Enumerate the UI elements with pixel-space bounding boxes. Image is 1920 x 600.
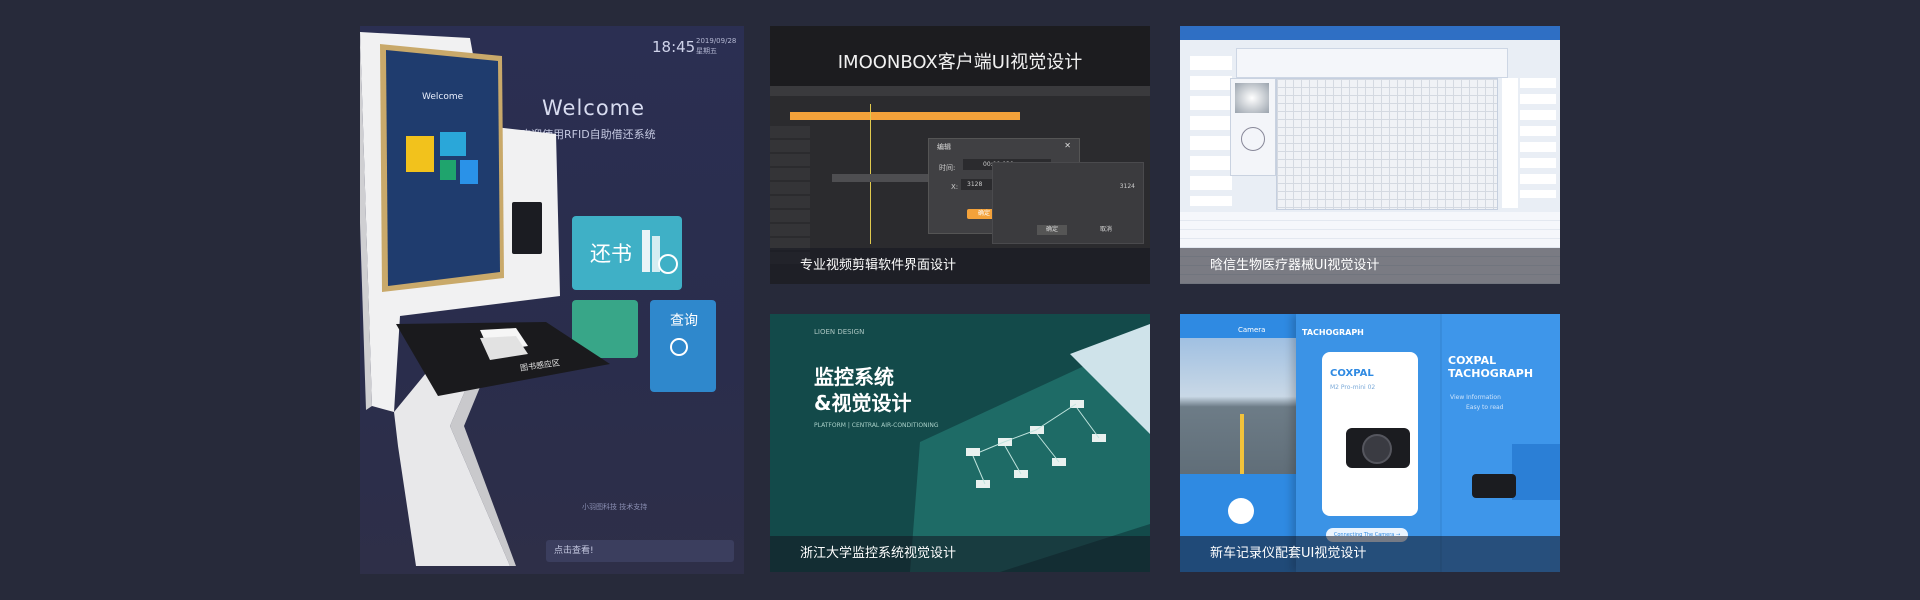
track-list	[770, 126, 810, 266]
screen-tile-small	[440, 160, 456, 180]
timeline-bar	[790, 112, 1020, 120]
screen-tile-borrow	[406, 136, 434, 172]
screen-tile-query	[460, 160, 478, 184]
card-reader	[512, 202, 542, 254]
model-label: M2 Pro-mini 02	[1330, 384, 1376, 391]
tachograph-caption: 新车记录仪配套UI视觉设计	[1180, 536, 1560, 572]
camera-shutter-icon[interactable]	[1228, 498, 1254, 524]
imoonbox-title: IMOONBOX客户端UI视觉设计	[837, 52, 1083, 73]
monitor-caption: 浙江大学监控系统视觉设计	[770, 536, 1150, 572]
right-list	[1520, 78, 1556, 198]
kiosk-showcase-card[interactable]: 18:45 2019/09/28 星期五 Welcome 欢迎使用RFID自助借…	[360, 26, 744, 574]
preview-image	[1235, 83, 1269, 113]
preview-panel	[1230, 78, 1276, 176]
dialog-title: 编辑	[937, 143, 951, 151]
monitoring-system-card[interactable]: LIOEN DESIGN 监控系统 &视觉设计 PLATFORM | CENTR…	[770, 314, 1150, 572]
track-waves	[832, 174, 942, 182]
monitor-dashboard-illustration	[910, 324, 1150, 572]
imoonbox-card[interactable]: IMOONBOX客户端UI视觉设计 编辑 ✕ 时间: 00:00.030 X: …	[770, 26, 1150, 284]
x-label: X:	[951, 183, 959, 191]
info-brand: COXPAL TACHOGRAPH	[1448, 354, 1534, 380]
coxpal-label: COXPAL	[1330, 368, 1374, 379]
tachograph-card[interactable]: Camera TACHOGRAPH COXPAL M2 Pro-mini 02 …	[1180, 314, 1560, 572]
x-field[interactable]: 3128	[961, 179, 995, 190]
road-line	[1240, 414, 1244, 474]
info-screen: COXPAL TACHOGRAPH View Information Easy …	[1442, 314, 1560, 572]
product-pedestal	[1512, 444, 1560, 500]
close-icon[interactable]: ✕	[1064, 141, 1071, 150]
dashcam-lens	[1362, 434, 1392, 464]
camera-screen: Camera	[1180, 314, 1304, 572]
kiosk-machine-illustration	[360, 32, 610, 566]
left-nav	[1190, 56, 1232, 206]
main-panel	[1236, 48, 1508, 78]
medical-device-card[interactable]: 晗信生物医疗器械UI视觉设计	[1180, 26, 1560, 284]
side-ok-button[interactable]: 确定	[1037, 225, 1067, 235]
side-value: 3124	[1119, 183, 1135, 190]
info-tag-1: View Information	[1450, 394, 1501, 401]
product-card: COXPAL M2 Pro-mini 02	[1322, 352, 1418, 516]
info-tag-2: Easy to read	[1466, 404, 1504, 411]
time-label: 时间:	[939, 164, 956, 172]
product-screen: TACHOGRAPH COXPAL M2 Pro-mini 02 Connect…	[1296, 314, 1440, 572]
editor-toolbar	[770, 86, 1150, 96]
well-grid	[1276, 78, 1498, 210]
app-titlebar	[1180, 26, 1560, 40]
dpad-icon	[1241, 127, 1265, 151]
kiosk-screen-welcome: Welcome	[422, 92, 464, 102]
medical-caption: 晗信生物医疗器械UI视觉设计	[1180, 248, 1560, 284]
right-toolbar	[1502, 78, 1518, 208]
side-dialog: 3124 确定 取消	[992, 162, 1144, 244]
side-cancel-button[interactable]: 取消	[1091, 225, 1121, 235]
tachograph-brand: TACHOGRAPH	[1302, 328, 1364, 337]
camera-screen-label: Camera	[1238, 326, 1266, 334]
kiosk-bottom-button[interactable]: 点击查看!	[546, 540, 734, 562]
kiosk-footer: 小羽图科技 技术支持	[582, 503, 648, 511]
screen-tile-return	[440, 132, 466, 156]
info-dashcam-image	[1472, 474, 1516, 498]
imoonbox-caption: 专业视频剪辑软件界面设计	[770, 248, 1150, 284]
